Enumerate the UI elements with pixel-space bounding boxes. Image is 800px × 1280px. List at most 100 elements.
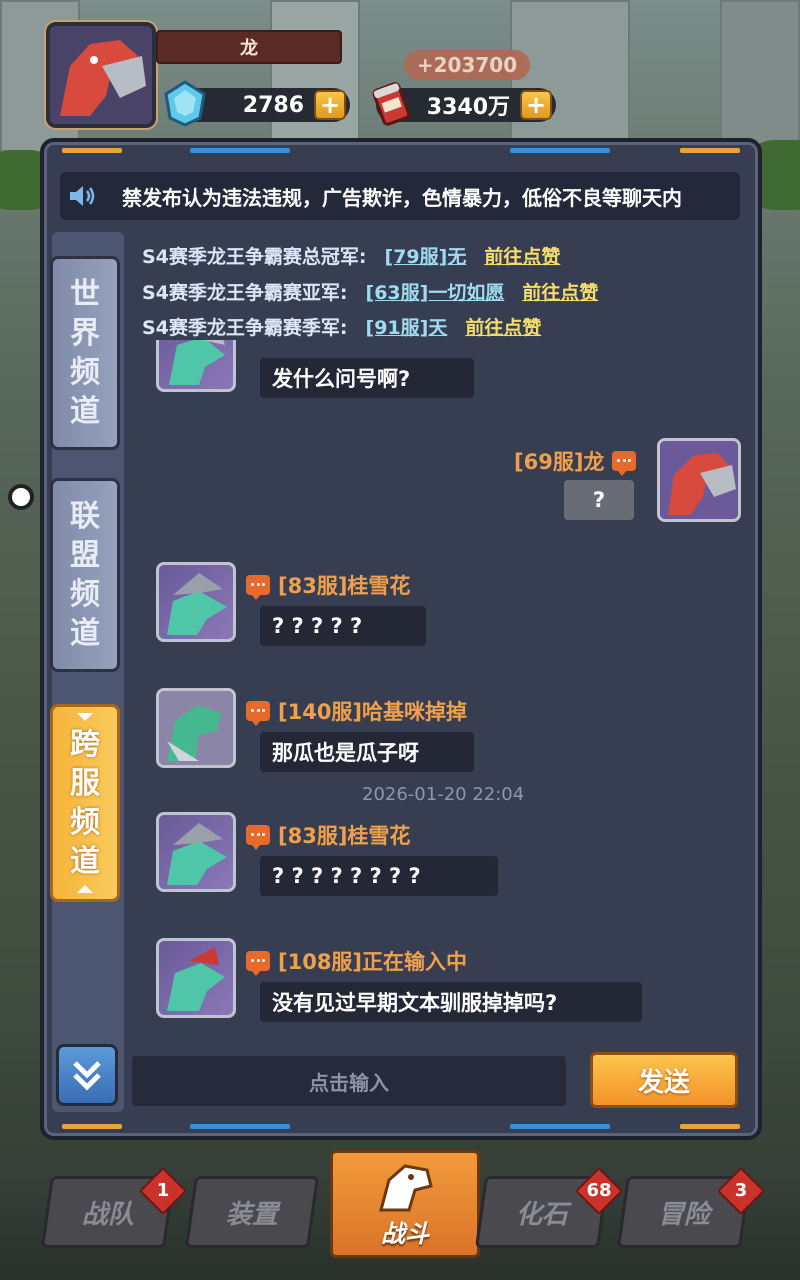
champion-label: S4赛季龙王争霸赛亚军: — [142, 282, 348, 304]
nav-label: 战斗 — [381, 1220, 429, 1248]
building — [270, 0, 360, 150]
dino-head-icon — [379, 1164, 433, 1212]
badge-count: 68 — [586, 1180, 612, 1201]
tab-label: 盟 — [70, 538, 100, 573]
panel-accent — [62, 148, 122, 153]
gem-counter: 2786 + — [164, 80, 350, 127]
tab-label: 频 — [70, 577, 100, 612]
notice-bar: 禁发布认为违法违规，广告欺诈，色情暴力，低俗不良等聊天内 — [60, 172, 740, 220]
chevron-down-icon — [77, 713, 93, 721]
tab-world-channel[interactable]: 世 界 频 道 — [50, 256, 120, 450]
sender-name-text: [108服]正在输入中 — [278, 950, 468, 974]
panel-accent — [680, 148, 740, 153]
tab-label: 跨 — [70, 727, 100, 762]
chat-icon — [246, 825, 270, 850]
chat-icon — [246, 951, 270, 976]
red-dino-icon — [660, 441, 738, 519]
nav-device-button[interactable]: 装置 — [184, 1176, 320, 1248]
champion-label: S4赛季龙王争霸赛季军: — [142, 317, 348, 339]
panel-accent — [510, 148, 610, 153]
nav-label: 冒险 — [657, 1199, 710, 1230]
tab-label: 道 — [70, 844, 100, 879]
tab-label: 界 — [70, 316, 100, 351]
chat-icon — [246, 701, 270, 726]
sender-name: [140服]哈基咪掉掉 — [246, 696, 467, 726]
champion-server-link[interactable]: [79服]无 — [385, 246, 467, 268]
sender-name-text: [69服]龙 — [514, 450, 605, 474]
avatar[interactable] — [156, 938, 236, 1018]
chevron-up-icon — [77, 885, 93, 893]
scroll-to-bottom-button[interactable] — [56, 1044, 118, 1106]
nav-label: 化石 — [515, 1199, 568, 1230]
panel-accent — [190, 148, 290, 153]
avatar[interactable] — [657, 438, 741, 522]
sender-name-text: [83服]桂雪花 — [278, 574, 411, 598]
tab-label: 频 — [70, 805, 100, 840]
dino-avatar-icon — [159, 691, 233, 765]
dino-avatar-icon — [167, 573, 227, 635]
badge-count: 3 — [734, 1180, 748, 1201]
sender-name-text: [140服]哈基咪掉掉 — [278, 700, 468, 724]
tab-label: 道 — [70, 616, 100, 651]
dino-avatar-icon — [167, 823, 227, 885]
sender-name: [83服]桂雪花 — [246, 820, 410, 850]
gain-popup: +203700 — [404, 50, 530, 80]
floating-assist-dot[interactable] — [8, 484, 34, 510]
champion-server-link[interactable]: [91服]天 — [366, 317, 448, 339]
dino-avatar-icon — [169, 340, 225, 385]
tab-label: 世 — [70, 277, 100, 312]
tab-cross-server-channel[interactable]: 跨 服 频 道 — [50, 704, 120, 902]
nav-battle-button[interactable]: 战斗 — [330, 1150, 480, 1258]
message-bubble: ? ? ? ? ? ? ? ? — [260, 856, 498, 896]
badge-count: 1 — [156, 1180, 170, 1201]
tab-label: 频 — [70, 355, 100, 390]
avatar[interactable] — [156, 562, 236, 642]
chat-input[interactable]: 点击输入 — [132, 1056, 566, 1106]
can-icon — [372, 82, 411, 126]
sender-name: [108服]正在输入中 — [246, 946, 467, 976]
speaker-icon — [60, 172, 104, 220]
panel-accent — [510, 1124, 610, 1129]
like-link[interactable]: 前往点赞 — [522, 282, 598, 304]
tab-label: 服 — [70, 766, 100, 801]
like-link[interactable]: 前往点赞 — [465, 317, 541, 339]
player-avatar[interactable] — [46, 22, 156, 128]
avatar[interactable] — [156, 340, 236, 392]
tab-label: 道 — [70, 394, 100, 429]
gem-icon — [164, 80, 206, 127]
panel-accent — [62, 1124, 122, 1129]
champion-line: S4赛季龙王争霸赛亚军: [63服]一切如愿 前往点赞 — [142, 278, 598, 305]
send-button[interactable]: 发送 — [590, 1052, 738, 1108]
message-bubble: ? — [564, 480, 634, 520]
add-gems-button[interactable]: + — [314, 90, 346, 120]
tab-label: 联 — [70, 499, 100, 534]
sender-name: [69服]龙 — [514, 446, 637, 476]
sender-name-text: [83服]桂雪花 — [278, 824, 411, 848]
nav-label: 战队 — [81, 1199, 134, 1230]
avatar[interactable] — [156, 812, 236, 892]
champion-label: S4赛季龙王争霸赛总冠军: — [142, 246, 367, 268]
champion-line: S4赛季龙王争霸赛总冠军: [79服]无 前往点赞 — [142, 242, 560, 269]
champion-line: S4赛季龙王争霸赛季军: [91服]天 前往点赞 — [142, 313, 541, 340]
champion-server-link[interactable]: [63服]一切如愿 — [366, 282, 505, 304]
gem-count: 2786 — [242, 92, 304, 118]
tab-alliance-channel[interactable]: 联 盟 频 道 — [50, 478, 120, 672]
message-bubble: ? ? ? ? ? — [260, 606, 426, 646]
add-cans-button[interactable]: + — [520, 90, 552, 120]
building — [510, 0, 630, 150]
chat-icon — [246, 575, 270, 600]
message-bubble: 那瓜也是瓜子呀 — [260, 732, 474, 772]
can-counter: 3340万 + — [372, 82, 556, 126]
panel-accent — [190, 1124, 290, 1129]
panel-accent — [680, 1124, 740, 1129]
player-name: 龙 — [156, 30, 342, 64]
sender-name: [83服]桂雪花 — [246, 570, 410, 600]
avatar[interactable] — [156, 688, 236, 768]
message-bubble: 没有见过早期文本驯服掉掉吗? — [260, 982, 642, 1022]
message-timestamp: 2026-01-20 22:04 — [362, 784, 525, 805]
chat-list[interactable]: 发什么问号啊? [69服]龙 ? [83服]桂雪花 ? ? ? ? ? [140… — [128, 340, 754, 1030]
like-link[interactable]: 前往点赞 — [484, 246, 560, 268]
notice-text: 禁发布认为违法违规，广告欺诈，色情暴力，低俗不良等聊天内 — [122, 185, 682, 210]
chat-icon — [612, 451, 637, 476]
message-bubble: 发什么问号啊? — [260, 358, 474, 398]
